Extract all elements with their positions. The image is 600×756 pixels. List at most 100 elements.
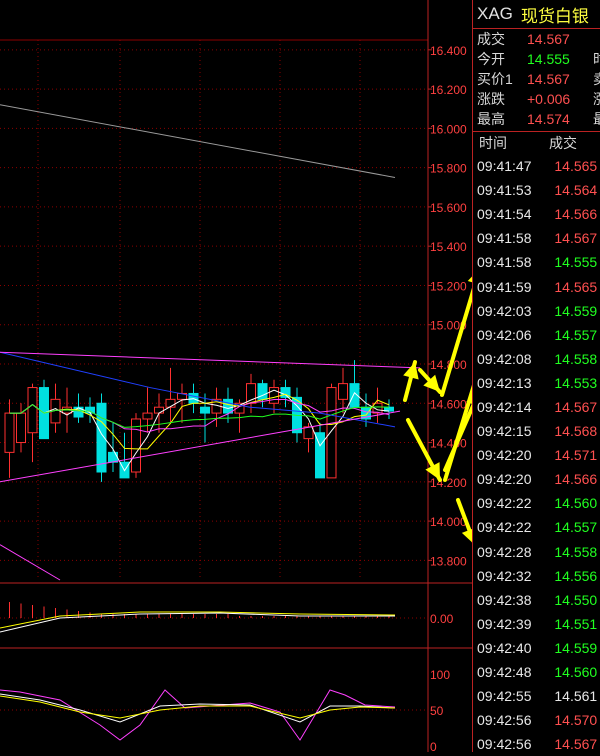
table-row[interactable]: 09:42:20 14.566 xyxy=(473,467,600,491)
trade-time: 09:42:22 xyxy=(477,495,532,512)
trade-time: 09:42:32 xyxy=(477,567,532,584)
price-chart[interactable]: 16.400 16.200 16.000 15.800 15.600 15.400 15.2… xyxy=(0,0,472,752)
trade-time: 09:42:03 xyxy=(477,302,532,319)
candle-body xyxy=(338,383,348,400)
quote-row: 今开 14.555 时 xyxy=(473,49,600,69)
table-row[interactable]: 09:41:54 14.566 xyxy=(473,202,600,226)
trade-price: 14.558 xyxy=(554,543,598,560)
table-row[interactable]: 09:42:22 14.560 xyxy=(473,491,600,515)
candle-body xyxy=(27,387,38,434)
trade-time: 09:42:15 xyxy=(477,423,532,440)
quote-row: 成交 14.567 xyxy=(473,29,600,49)
quote-header: XAG 现货白银 xyxy=(473,0,600,29)
trade-price: 14.557 xyxy=(554,326,598,343)
trade-time: 09:42:28 xyxy=(477,543,532,560)
trade-price: 14.567 xyxy=(554,230,598,247)
table-row[interactable]: 09:41:53 14.564 xyxy=(473,178,600,202)
table-row[interactable]: 09:42:55 14.561 xyxy=(473,684,600,708)
trade-price: 14.561 xyxy=(554,688,598,705)
trade-price: 14.551 xyxy=(554,615,598,632)
trade-price: 14.568 xyxy=(554,423,598,440)
y-tick-label: 15.600 xyxy=(430,201,467,215)
table-row[interactable]: 09:42:32 14.556 xyxy=(473,564,600,588)
macd-zero-label: 0.00 xyxy=(430,612,454,626)
trade-time: 09:42:20 xyxy=(477,471,532,488)
candle-body xyxy=(200,406,210,414)
time-header: 时间 xyxy=(479,135,507,151)
trade-price: 14.559 xyxy=(554,639,598,656)
candle-body xyxy=(223,398,233,414)
y-tick-label: 13.800 xyxy=(430,554,467,568)
trade-time: 09:42:38 xyxy=(477,591,532,608)
y-tick-label: 16.000 xyxy=(430,122,467,136)
trade-time: 09:41:58 xyxy=(477,230,532,247)
quote-row: 最高 14.574 最 xyxy=(473,109,600,129)
table-row[interactable]: 09:42:20 14.571 xyxy=(473,443,600,467)
table-row[interactable]: 09:42:06 14.557 xyxy=(473,323,600,347)
table-row[interactable]: 09:42:03 14.559 xyxy=(473,299,600,323)
table-row[interactable]: 09:42:48 14.560 xyxy=(473,660,600,684)
trade-list[interactable]: 09:41:47 14.565 09:41:53 14.564 09:41:54 1… xyxy=(473,154,600,756)
table-row[interactable]: 09:41:59 14.565 xyxy=(473,274,600,298)
trade-price: 14.565 xyxy=(554,158,598,175)
table-row[interactable]: 09:42:56 14.567 xyxy=(473,732,600,756)
quote-label: 成交 xyxy=(477,31,505,47)
trade-price: 14.567 xyxy=(554,398,598,415)
candle-body xyxy=(16,412,26,444)
table-row[interactable]: 09:42:15 14.568 xyxy=(473,419,600,443)
trade-time: 09:41:58 xyxy=(477,254,532,271)
table-row[interactable]: 09:42:13 14.553 xyxy=(473,371,600,395)
table-row[interactable]: 09:41:47 14.565 xyxy=(473,154,600,178)
quote-value: 14.567 xyxy=(527,71,570,87)
y-tick-label: 16.400 xyxy=(430,44,467,58)
macd-dea-line xyxy=(0,611,396,629)
table-row[interactable]: 09:42:14 14.567 xyxy=(473,395,600,419)
trade-time: 09:42:14 xyxy=(477,398,532,415)
table-row[interactable]: 09:42:40 14.559 xyxy=(473,636,600,660)
table-row[interactable]: 09:42:56 14.570 xyxy=(473,708,600,732)
kdj-j-line xyxy=(0,689,396,741)
decline-line xyxy=(0,544,61,581)
trade-price: 14.560 xyxy=(554,495,598,512)
kdj-tick-label: 100 xyxy=(430,668,450,682)
table-row[interactable]: 09:42:08 14.558 xyxy=(473,347,600,371)
symbol-code: XAG xyxy=(477,4,513,23)
table-row[interactable]: 09:41:58 14.555 xyxy=(473,250,600,274)
table-row[interactable]: 09:42:22 14.557 xyxy=(473,515,600,539)
trade-price: 14.559 xyxy=(554,302,598,319)
trade-table-header: 时间 成交 xyxy=(473,132,600,154)
y-tick-label: 14.000 xyxy=(430,515,467,529)
trade-price: 14.565 xyxy=(554,278,598,295)
trade-price: 14.567 xyxy=(554,736,598,753)
channel-upper-line xyxy=(0,351,421,369)
y-tick-label: 14.400 xyxy=(430,437,467,451)
candle-body xyxy=(303,426,314,440)
quote-value: 14.555 xyxy=(527,51,570,67)
trade-time: 09:41:47 xyxy=(477,158,532,175)
trade-time: 09:41:53 xyxy=(477,182,532,199)
table-row[interactable]: 09:42:28 14.558 xyxy=(473,540,600,564)
trade-price: 14.566 xyxy=(554,206,598,223)
chart-area[interactable]: 16.400 16.200 16.000 15.800 15.600 15.400 15.2… xyxy=(0,0,472,752)
table-row[interactable]: 09:42:39 14.551 xyxy=(473,612,600,636)
quote-row: 买价1 14.567 卖 xyxy=(473,69,600,89)
y-tick-label: 15.800 xyxy=(430,162,467,176)
quote-value: 14.574 xyxy=(527,111,570,127)
trade-time: 09:42:56 xyxy=(477,736,532,753)
trade-time: 09:42:20 xyxy=(477,447,532,464)
trade-price: 14.558 xyxy=(554,350,598,367)
quote-label: 最高 xyxy=(477,111,505,127)
quote-label: 买价1 xyxy=(477,71,513,87)
trade-price: 14.560 xyxy=(554,664,598,681)
quote-value: +0.006 xyxy=(527,91,571,107)
trade-time: 09:42:08 xyxy=(477,350,532,367)
y-tick-label: 15.400 xyxy=(430,240,467,254)
candle-body xyxy=(108,451,118,463)
trade-time: 09:41:59 xyxy=(477,278,532,295)
candle-body xyxy=(326,387,337,479)
table-row[interactable]: 09:41:58 14.567 xyxy=(473,226,600,250)
trade-time: 09:42:39 xyxy=(477,615,532,632)
candle-body xyxy=(154,406,164,414)
table-row[interactable]: 09:42:38 14.550 xyxy=(473,588,600,612)
quote-truncated-label: 时 xyxy=(593,49,600,69)
